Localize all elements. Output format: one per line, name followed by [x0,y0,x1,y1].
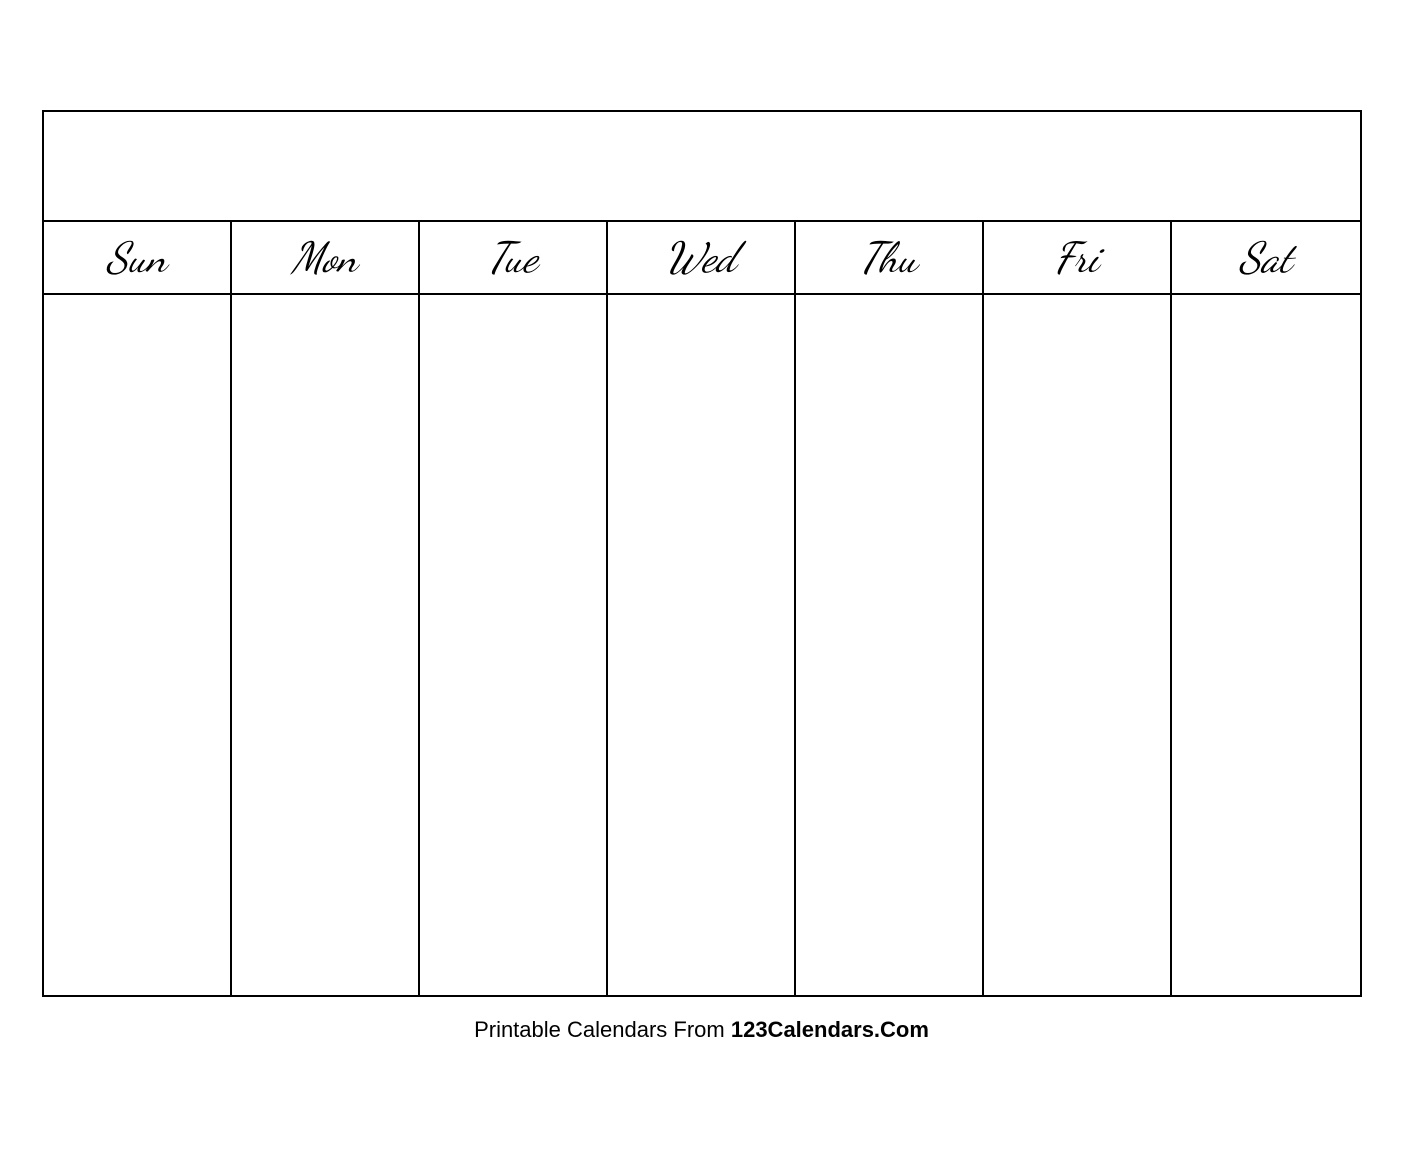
cell-3-1[interactable] [44,575,232,715]
day-header-sun: Sun [44,222,232,293]
cell-4-4[interactable] [608,715,796,855]
cell-1-3[interactable] [420,295,608,435]
calendar-header: Sun Mon Tue Wed Thu Fri Sat [44,222,1360,295]
cell-2-6[interactable] [984,435,1172,575]
cell-3-6[interactable] [984,575,1172,715]
calendar-row-4 [44,715,1360,855]
cell-4-3[interactable] [420,715,608,855]
day-header-tue: Tue [420,222,608,293]
cell-4-6[interactable] [984,715,1172,855]
day-header-wed: Wed [608,222,796,293]
cell-2-1[interactable] [44,435,232,575]
cell-1-5[interactable] [796,295,984,435]
cell-3-4[interactable] [608,575,796,715]
calendar-row-1 [44,295,1360,435]
footer: Printable Calendars From 123Calendars.Co… [474,1017,929,1043]
calendar-title-row [44,112,1360,222]
cell-5-1[interactable] [44,855,232,995]
day-header-sat: Sat [1172,222,1360,293]
cell-5-3[interactable] [420,855,608,995]
cell-2-3[interactable] [420,435,608,575]
cell-3-2[interactable] [232,575,420,715]
cell-2-2[interactable] [232,435,420,575]
footer-normal-text: Printable Calendars From [474,1017,731,1042]
cell-1-2[interactable] [232,295,420,435]
cell-4-2[interactable] [232,715,420,855]
cell-4-7[interactable] [1172,715,1360,855]
calendar-row-5 [44,855,1360,995]
cell-1-4[interactable] [608,295,796,435]
cell-4-5[interactable] [796,715,984,855]
cell-2-4[interactable] [608,435,796,575]
cell-3-5[interactable] [796,575,984,715]
cell-1-6[interactable] [984,295,1172,435]
cell-5-2[interactable] [232,855,420,995]
cell-1-1[interactable] [44,295,232,435]
day-header-fri: Fri [984,222,1172,293]
day-header-thu: Thu [796,222,984,293]
calendar-row-3 [44,575,1360,715]
cell-5-4[interactable] [608,855,796,995]
calendar-row-2 [44,435,1360,575]
calendar-container: Sun Mon Tue Wed Thu Fri Sat [42,110,1362,997]
cell-2-5[interactable] [796,435,984,575]
cell-3-7[interactable] [1172,575,1360,715]
page-wrapper: Sun Mon Tue Wed Thu Fri Sat [0,0,1403,1153]
calendar-body [44,295,1360,995]
cell-5-6[interactable] [984,855,1172,995]
cell-5-5[interactable] [796,855,984,995]
cell-1-7[interactable] [1172,295,1360,435]
day-header-mon: Mon [232,222,420,293]
cell-3-3[interactable] [420,575,608,715]
cell-5-7[interactable] [1172,855,1360,995]
cell-2-7[interactable] [1172,435,1360,575]
footer-bold-text: 123Calendars.Com [731,1017,929,1042]
cell-4-1[interactable] [44,715,232,855]
